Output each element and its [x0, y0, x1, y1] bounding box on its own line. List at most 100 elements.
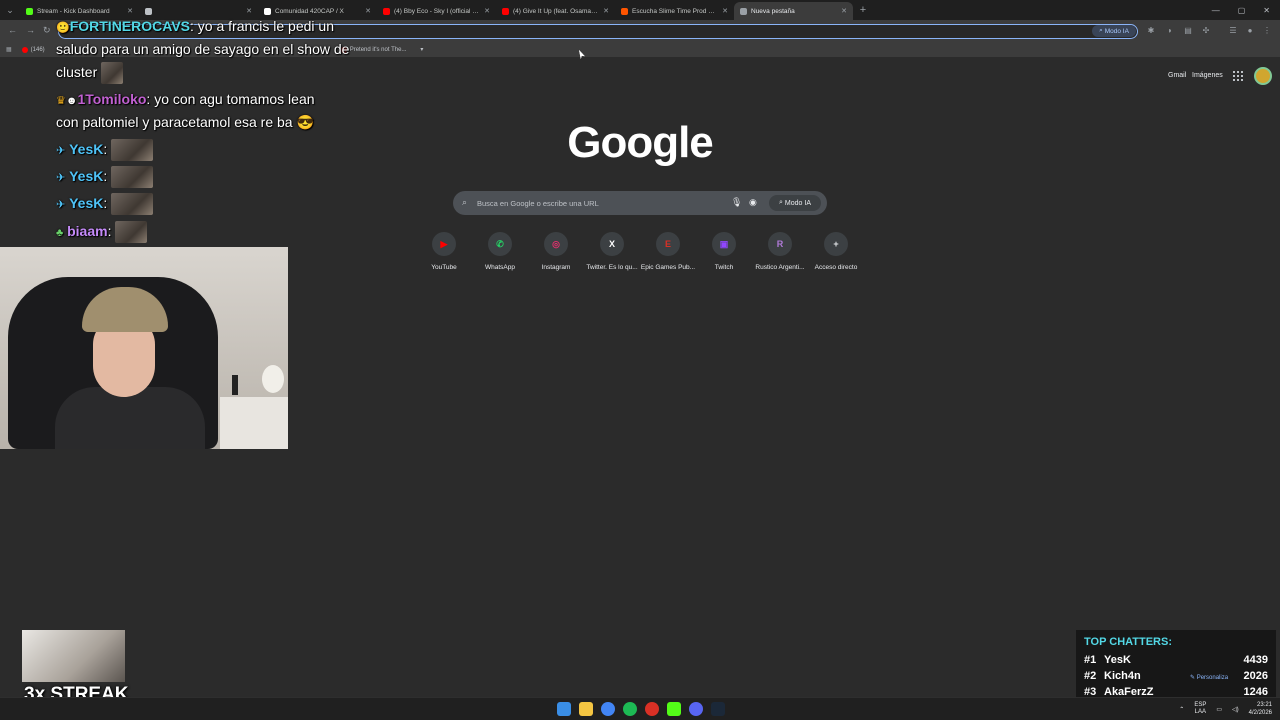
kick-icon [26, 7, 33, 15]
sparkle-search-icon: ⌕ [779, 199, 783, 206]
close-icon[interactable]: ✕ [841, 7, 847, 15]
start-icon[interactable] [557, 702, 571, 716]
gmail-link[interactable]: Gmail [1168, 72, 1186, 79]
tab-title: (4) Give It Up (feat. OsamaSon) [513, 7, 600, 15]
lens-camera-icon[interactable]: ◉ [749, 197, 757, 208]
chat-username: biaam [67, 223, 108, 239]
taskbar: ⌃ ESP LAA ▭ ◁) 23:21 4/2/2026 [0, 697, 1280, 720]
translate-extension-icon[interactable]: ✱ [1146, 26, 1156, 36]
clock[interactable]: 23:21 4/2/2026 [1249, 701, 1272, 717]
tab-search-button[interactable]: ⌄ [0, 0, 20, 20]
tab-title: Escucha Slime Time Prod Perc4 [632, 7, 719, 15]
profile-icon[interactable]: ● [1245, 26, 1255, 36]
tab-title: (4) Bby Eco - Sky I (official vide [394, 7, 481, 15]
app-icon[interactable] [645, 702, 659, 716]
twitch-icon: ▣ [712, 232, 736, 256]
microphone-icon[interactable]: 🎙 [731, 197, 742, 208]
steam-icon[interactable] [711, 702, 725, 716]
tab-youtube-give-it-up[interactable]: (4) Give It Up (feat. OsamaSon) ✕ [496, 2, 615, 20]
minimize-icon[interactable]: — [1212, 6, 1220, 15]
close-icon[interactable]: ✕ [603, 7, 609, 15]
volume-icon[interactable]: ◁) [1232, 706, 1239, 713]
ai-mode-label: Modo IA [784, 199, 811, 207]
maximize-icon[interactable]: ▢ [1238, 6, 1246, 15]
back-icon[interactable]: ← [8, 25, 17, 35]
top-chatter-row: #2 Kich4n 2026 [1084, 668, 1268, 684]
chat-message: ✈ YesK: [56, 137, 154, 163]
shortcut-label: Twitch [714, 264, 734, 271]
youtube-icon [21, 46, 28, 53]
close-window-icon[interactable]: ✕ [1263, 6, 1270, 15]
shortcut-tile[interactable]: ▣ Twitch [696, 232, 752, 271]
soundcloud-icon [621, 7, 628, 15]
bookmark-item[interactable]: (146) [21, 46, 45, 53]
tab-groups-icon[interactable]: ☰ [1228, 26, 1238, 36]
kick-icon[interactable] [667, 702, 681, 716]
chatter-name: Kich4n [1104, 670, 1141, 682]
shortcut-tile[interactable]: E Epic Games Pub... [640, 232, 696, 271]
chevron-up-icon[interactable]: ⌃ [1179, 706, 1184, 713]
chat-text: con paltomiel y paracetamol esa re ba [56, 114, 293, 130]
chevron-down-icon: ⌄ [6, 4, 14, 15]
audio-extension-icon[interactable]: ◗ [1165, 26, 1175, 36]
close-icon[interactable]: ✕ [484, 7, 490, 15]
shortcut-tile[interactable]: X Twitter. Es lo qu... [584, 232, 640, 271]
date-label: 4/2/2026 [1248, 710, 1272, 716]
tab-soundcloud[interactable]: Escucha Slime Time Prod Perc4 ✕ [615, 2, 734, 20]
reader-icon[interactable]: ▤ [1183, 26, 1193, 36]
customize-chrome-button[interactable]: ✎ Personaliza [1190, 674, 1228, 681]
chat-username: YesK [69, 195, 104, 211]
chat-text: : [103, 141, 108, 157]
discord-icon[interactable] [689, 702, 703, 716]
shortcut-label: Acceso directo [814, 264, 858, 271]
chatter-name: YesK [1104, 654, 1131, 666]
extensions-icon[interactable]: ✣ [1201, 26, 1211, 36]
account-avatar[interactable] [1254, 67, 1272, 85]
acceso-icon: + [824, 232, 848, 256]
chat-text: saludo para un amigo de sayago en el sho… [56, 41, 350, 57]
tab-title: Nueva pestaña [751, 7, 795, 15]
spotify-icon[interactable] [623, 702, 637, 716]
images-link[interactable]: Imágenes [1192, 72, 1223, 79]
close-icon[interactable]: ✕ [365, 7, 371, 15]
chatter-rank: #2 [1084, 670, 1097, 682]
shortcut-label: Instagram [541, 264, 571, 271]
forward-icon[interactable]: → [26, 25, 35, 35]
time-label: 23:21 [1256, 702, 1272, 708]
bookmark-item[interactable]: Pretend it's not The... [340, 46, 406, 53]
google-apps-icon[interactable] [1233, 71, 1243, 81]
chat-message: ♣ biaam: [56, 219, 148, 245]
omnibox-ai-mode-button[interactable]: ⌕ Modo IA [1092, 25, 1136, 37]
reload-icon[interactable]: ↻ [43, 25, 51, 36]
chat-username: 1Tomiloko [77, 91, 147, 107]
ai-mode-button[interactable]: ⌕ Modo IA [769, 195, 821, 211]
network-icon[interactable]: ▭ [1216, 706, 1222, 713]
menu-icon[interactable]: ⋮ [1262, 26, 1272, 36]
chat-text: : [103, 195, 108, 211]
bookmark-label: (146) [30, 46, 45, 53]
emote-image [111, 139, 154, 162]
bookmarks-overflow-icon[interactable]: ▾ [420, 46, 423, 53]
shortcut-tile[interactable]: ▶ YouTube [416, 232, 472, 271]
window-controls: — ▢ ✕ [1212, 6, 1280, 15]
shortcut-tile[interactable]: + Acceso directo [808, 232, 864, 271]
shortcut-tile[interactable]: R Rustico Argenti... [752, 232, 808, 271]
new-tab-button[interactable]: + [853, 4, 873, 16]
shortcut-tile[interactable]: ◎ Instagram [528, 232, 584, 271]
shortcut-tile[interactable]: ✆ WhatsApp [472, 232, 528, 271]
language-label[interactable]: ESP [1194, 702, 1206, 708]
close-icon[interactable]: ✕ [722, 7, 728, 15]
epic-icon: E [656, 232, 680, 256]
whatsapp-icon: ✆ [488, 232, 512, 256]
tab-new-tab[interactable]: Nueva pestaña ✕ [734, 2, 853, 20]
chrome-icon[interactable] [601, 702, 615, 716]
chat-message: ✈ YesK: [56, 164, 154, 190]
chat-username: YesK [69, 168, 104, 184]
file-explorer-icon[interactable] [579, 702, 593, 716]
chatter-count: 2026 [1243, 670, 1268, 682]
search-input[interactable] [477, 195, 717, 211]
tab-youtube-sky[interactable]: (4) Bby Eco - Sky I (official vide ✕ [377, 2, 496, 20]
search-box[interactable]: ⌕ 🎙 ◉ ⌕Modo IA [453, 191, 827, 215]
top-chatters-title: TOP CHATTERS: [1084, 636, 1173, 648]
apps-grid-icon[interactable]: ▦ [6, 46, 12, 53]
